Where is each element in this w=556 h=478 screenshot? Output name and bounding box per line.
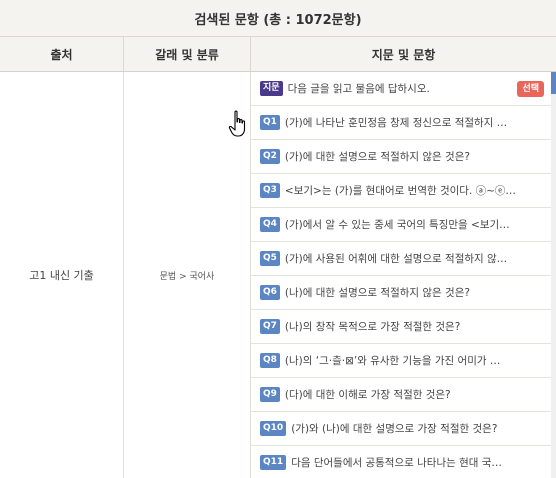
question-number-badge: Q5	[260, 251, 280, 266]
question-text: (가)에서 알 수 있는 중세 국어의 특징만을 <보기…	[284, 219, 510, 231]
scrollbar[interactable]	[551, 72, 556, 478]
column-header-source: 출처	[0, 37, 124, 71]
question-row[interactable]: Q10 (가)와 (나)에 대한 설명으로 가장 적절한 것은?	[251, 412, 556, 446]
category-text: 문법 > 국어사	[159, 271, 215, 282]
table-header: 출처 갈래 및 분류 지문 및 문항	[0, 37, 556, 72]
passage-text: 다음 글을 읽고 물음에 답하시오.	[287, 83, 430, 95]
question-text: <보기>는 (가)를 현대어로 번역한 것이다. ⓐ~ⓔ…	[284, 185, 516, 197]
question-row[interactable]: Q5 (가)에 사용된 어휘에 대한 설명으로 적절하지 않…	[251, 242, 556, 276]
question-text: (가)에 사용된 어휘에 대한 설명으로 적절하지 않…	[284, 253, 508, 265]
select-button[interactable]: 선택	[517, 81, 544, 97]
question-number-badge: Q6	[260, 285, 280, 300]
question-text: (가)에 대한 설명으로 적절하지 않은 것은?	[284, 151, 470, 163]
question-row[interactable]: Q7 (나)의 창작 목적으로 가장 적절한 것은?	[251, 310, 556, 344]
question-number-badge: Q8	[260, 353, 280, 368]
scroll-thumb[interactable]	[551, 72, 556, 94]
passage-badge: 지문	[260, 81, 283, 96]
question-number-badge: Q2	[260, 149, 280, 164]
question-row[interactable]: Q6 (나)에 대한 설명으로 적절하지 않은 것은?	[251, 276, 556, 310]
question-number-badge: Q7	[260, 319, 280, 334]
source-cell: 고1 내신 기출	[0, 72, 124, 478]
question-row[interactable]: Q1 (가)에 나타난 훈민정음 창제 정신으로 적절하지 …	[251, 106, 556, 140]
question-row[interactable]: Q11 다음 단어들에서 공통적으로 나타나는 현대 국…	[251, 446, 556, 478]
column-header-question: 지문 및 문항	[371, 47, 436, 62]
question-text: (나)의 창작 목적으로 가장 적절한 것은?	[284, 321, 461, 333]
results-title: 검색된 문항 (총 : 1072문항)	[0, 0, 556, 37]
results-count-title: 검색된 문항 (총 : 1072문항)	[194, 12, 362, 28]
hand-pointer-icon	[228, 110, 246, 137]
question-text: (나)의 ‘그·츨·⊠’와 유사한 기능을 가진 어미가 …	[284, 355, 501, 367]
source-text: 고1 내신 기출	[29, 269, 94, 282]
question-row[interactable]: Q9 (다)에 대한 이해로 가장 적절한 것은?	[251, 378, 556, 412]
question-row[interactable]: Q2 (가)에 대한 설명으로 적절하지 않은 것은?	[251, 140, 556, 174]
question-number-badge: Q3	[260, 183, 280, 198]
question-number-badge: Q1	[260, 115, 280, 130]
question-text: (가)와 (나)에 대한 설명으로 가장 적절한 것은?	[291, 423, 498, 435]
question-text: 다음 단어들에서 공통적으로 나타나는 현대 국…	[291, 457, 502, 469]
question-text: (다)에 대한 이해로 가장 적절한 것은?	[284, 389, 451, 401]
column-header-category: 갈래 및 분류	[124, 37, 251, 71]
question-number-badge: Q4	[260, 217, 280, 232]
question-number-badge: Q11	[260, 455, 287, 470]
question-text: (나)에 대한 설명으로 적절하지 않은 것은?	[284, 287, 470, 299]
question-list[interactable]: 지문 다음 글을 읽고 물음에 답하시오. 선택 Q1 (가)에 나타난 훈민정음…	[251, 72, 556, 478]
table-body: 고1 내신 기출 문법 > 국어사 지문 다음 글을 읽고 물음에 답하시오. …	[0, 72, 556, 478]
question-text: (가)에 나타난 훈민정음 창제 정신으로 적절하지 …	[284, 117, 508, 129]
question-row[interactable]: Q8 (나)의 ‘그·츨·⊠’와 유사한 기능을 가진 어미가 …	[251, 344, 556, 378]
question-number-badge: Q9	[260, 387, 280, 402]
question-row[interactable]: Q3 <보기>는 (가)를 현대어로 번역한 것이다. ⓐ~ⓔ…	[251, 174, 556, 208]
question-number-badge: Q10	[260, 421, 287, 436]
question-row[interactable]: Q4 (가)에서 알 수 있는 중세 국어의 특징만을 <보기…	[251, 208, 556, 242]
passage-row[interactable]: 지문 다음 글을 읽고 물음에 답하시오. 선택	[251, 72, 556, 106]
